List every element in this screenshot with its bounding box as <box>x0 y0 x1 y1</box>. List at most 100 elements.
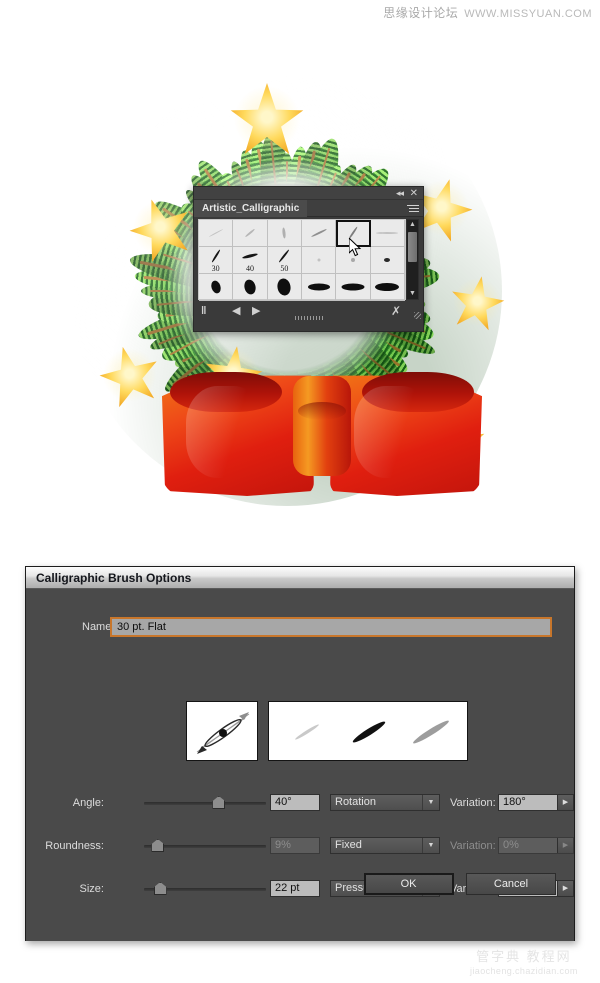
brush-stroke-thumbnail <box>350 258 355 262</box>
brush-size-label: 50 <box>280 264 289 273</box>
slider-knob[interactable] <box>153 882 167 895</box>
scroll-up-icon[interactable]: ▲ <box>407 220 418 230</box>
calligraphic-brush-options-dialog[interactable]: Calligraphic Brush Options Name: 30 pt. … <box>25 566 575 941</box>
brush-stroke-thumbnail <box>384 258 391 262</box>
mode-select-value: Fixed <box>335 839 362 851</box>
chevron-right-icon[interactable]: ▶ <box>557 795 573 810</box>
value-input[interactable]: 40° <box>270 794 320 811</box>
mouse-cursor-icon <box>349 238 362 257</box>
brush-stroke-thumbnail <box>307 283 330 291</box>
star-decoration <box>211 63 323 175</box>
watermark-bottom-cn: 管字典 教程网 <box>476 949 572 964</box>
brush-cell[interactable] <box>267 274 302 301</box>
panel-grip[interactable] <box>294 316 323 320</box>
brush-cell[interactable]: 40 <box>233 247 268 274</box>
watermark-bottom: 管字典 教程网 jiaocheng.chazidian.com <box>470 946 578 976</box>
scrollbar-thumb[interactable] <box>408 232 417 262</box>
brush-cell[interactable] <box>370 220 405 247</box>
brush-stroke-thumbnail <box>210 249 221 263</box>
brush-cell[interactable] <box>370 274 405 301</box>
angle-preview[interactable] <box>186 701 258 761</box>
brush-tool-icon[interactable]: ✗ <box>391 305 401 318</box>
brush-stroke-thumbnail <box>244 228 256 238</box>
slider-knob[interactable] <box>212 796 226 809</box>
value-input[interactable]: 9% <box>270 837 320 854</box>
brush-stroke-thumbnail <box>276 277 293 297</box>
brush-stroke-thumbnail <box>375 283 400 291</box>
variation-label: Variation: <box>450 840 496 852</box>
chevron-right-icon[interactable]: ▶ <box>557 838 573 853</box>
brush-cell[interactable] <box>301 220 337 247</box>
brush-cell[interactable] <box>336 274 371 301</box>
bow-wing-left <box>162 368 314 496</box>
stroke-preview <box>268 701 469 761</box>
variation-label: Variation: <box>450 797 496 809</box>
slider-track[interactable] <box>144 839 266 852</box>
watermark-bottom-url: jiaocheng.chazidian.com <box>470 966 578 976</box>
brush-stroke-thumbnail <box>209 279 222 295</box>
panel-menu-icon[interactable] <box>405 203 419 214</box>
panel-body: 30 40 50 ▲ ▼ <box>194 217 423 302</box>
scroll-down-icon[interactable]: ▼ <box>407 289 418 299</box>
brush-cell[interactable] <box>301 274 337 301</box>
brush-name-input[interactable]: 30 pt. Flat <box>110 617 552 637</box>
panel-scrollbar[interactable]: ▲ ▼ <box>406 219 419 300</box>
brush-size-label: 40 <box>245 264 254 273</box>
brush-cell[interactable] <box>233 220 268 247</box>
slider-track[interactable] <box>144 796 266 809</box>
collapse-icon[interactable]: ◂◂ <box>396 188 404 199</box>
name-row: Name: 30 pt. Flat <box>26 617 574 639</box>
brush-stroke-thumbnail <box>317 258 321 262</box>
chevron-down-icon[interactable]: ▼ <box>422 838 439 853</box>
mode-select[interactable]: Fixed ▼ <box>330 837 440 854</box>
brush-grid[interactable]: 30 40 50 <box>198 219 406 301</box>
variation-value: 180° <box>503 796 526 808</box>
brush-cell[interactable] <box>199 274 234 301</box>
bow-knot <box>293 376 351 476</box>
brush-size-label: 30 <box>211 264 220 273</box>
bow-wing-right <box>330 368 482 496</box>
variation-input[interactable]: 0% ▶ <box>498 837 574 854</box>
previous-icon[interactable]: ◀ <box>232 305 240 318</box>
control-row: Roundness: 9% Fixed ▼ Variation: 0% ▶ <box>26 837 574 855</box>
slider-knob[interactable] <box>151 839 165 852</box>
control-label: Angle: <box>72 797 104 809</box>
brush-cell[interactable]: 50 <box>267 247 302 274</box>
brush-cell[interactable] <box>199 220 234 247</box>
panel-tabbar: Artistic_Calligraphic <box>194 200 423 217</box>
value-input[interactable]: 22 pt <box>270 880 320 897</box>
control-label: Size: <box>79 883 104 895</box>
brush-stroke-thumbnail <box>282 227 287 239</box>
brush-cell[interactable] <box>370 247 405 274</box>
brush-library-icon[interactable]: ‖ <box>201 305 207 318</box>
brush-stroke-thumbnail <box>242 278 258 296</box>
ribbon-bow <box>162 368 482 508</box>
panel-resize-handle[interactable] <box>414 312 421 319</box>
dialog-buttons: OK Cancel <box>356 873 556 895</box>
dialog-title: Calligraphic Brush Options <box>26 567 574 589</box>
mode-select-value: Rotation <box>335 796 376 808</box>
brushes-panel[interactable]: ◂◂ ✕ Artistic_Calligraphic 30 40 50 ▲ ▼ ‖ … <box>193 186 424 332</box>
cancel-button[interactable]: Cancel <box>466 873 556 895</box>
brush-cell[interactable] <box>301 247 337 274</box>
next-icon[interactable]: ▶ <box>252 305 260 318</box>
brush-stroke-thumbnail <box>341 283 365 291</box>
slider-track[interactable] <box>144 882 266 895</box>
close-icon[interactable]: ✕ <box>410 188 418 199</box>
mode-select[interactable]: Rotation ▼ <box>330 794 440 811</box>
preview-row <box>186 701 469 761</box>
variation-input[interactable]: 180° ▶ <box>498 794 574 811</box>
brush-cell[interactable]: 30 <box>199 247 234 274</box>
tab-artistic-calligraphic[interactable]: Artistic_Calligraphic <box>194 200 308 217</box>
brush-stroke-thumbnail <box>376 232 399 234</box>
panel-titlebar: ◂◂ ✕ <box>194 187 423 200</box>
panel-footer: ‖ ◀ ▶ ✗ <box>194 302 423 321</box>
ok-button[interactable]: OK <box>363 873 454 895</box>
brush-cell[interactable] <box>233 274 268 301</box>
dialog-body: Name: 30 pt. Flat Angle: 40° Rotation ▼ … <box>26 589 574 941</box>
chevron-right-icon[interactable]: ▶ <box>557 881 573 896</box>
brush-stroke-thumbnail <box>310 228 327 238</box>
brush-stroke-thumbnail <box>208 228 223 238</box>
chevron-down-icon[interactable]: ▼ <box>422 795 439 810</box>
brush-cell[interactable] <box>267 220 302 247</box>
